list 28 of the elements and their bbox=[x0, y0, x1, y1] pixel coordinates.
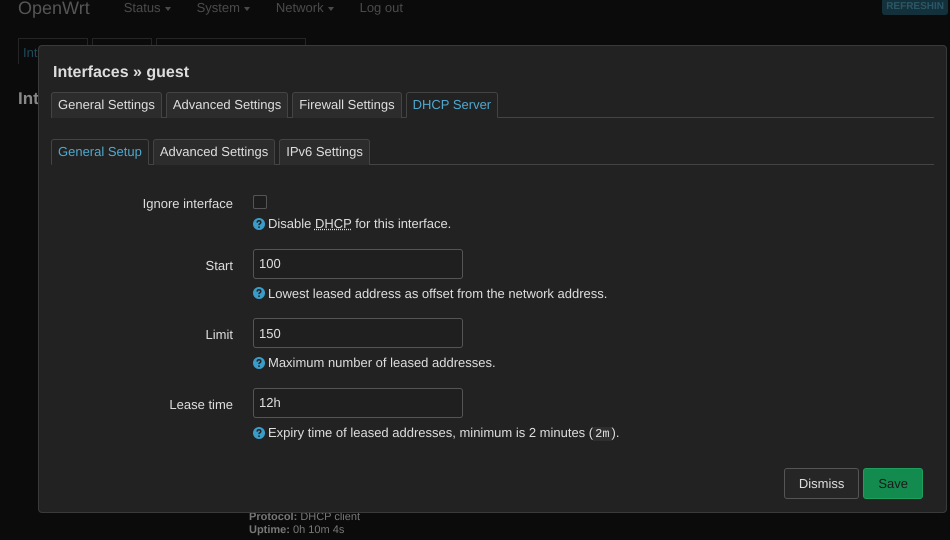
help-text: Expiry time of leased addresses, minimum is 2 minutes (2m). bbox=[268, 424, 620, 442]
page-heading: Int bbox=[18, 88, 39, 110]
tab[interactable]: IPv6 Settings bbox=[279, 139, 370, 165]
input-field[interactable]: 100 bbox=[253, 248, 463, 278]
tab[interactable]: DHCP Server bbox=[406, 92, 498, 118]
help-icon bbox=[253, 218, 265, 230]
field-label: Start bbox=[204, 256, 233, 274]
detail-text: Uptime: 0h 10m 4s bbox=[249, 524, 344, 536]
tab[interactable]: Firewall Settings bbox=[292, 92, 402, 118]
help-text: Disable DHCP for this interface. bbox=[268, 215, 452, 233]
help-text: Lowest leased address as offset from the network address. bbox=[268, 284, 608, 302]
field-label: Limit bbox=[204, 326, 233, 344]
dismiss-button[interactable]: Dismiss bbox=[784, 468, 860, 499]
field-label: Ignore interface bbox=[142, 195, 233, 213]
save-button[interactable]: Save bbox=[863, 468, 923, 499]
tab[interactable]: Advanced Settings bbox=[166, 92, 288, 118]
dialog-title: Interfaces » guest bbox=[53, 63, 190, 83]
help-icon bbox=[253, 356, 265, 369]
tab[interactable]: General Settings bbox=[51, 92, 162, 118]
tab[interactable]: General Setup bbox=[51, 139, 149, 165]
checkbox[interactable] bbox=[253, 195, 267, 209]
input-field[interactable]: 150 bbox=[253, 318, 463, 348]
help-icon bbox=[253, 287, 265, 300]
field-label: Lease time bbox=[168, 396, 233, 414]
help-icon bbox=[253, 426, 265, 438]
help-text: Maximum number of leased addresses. bbox=[268, 354, 496, 372]
input-field[interactable]: 12h bbox=[253, 388, 463, 418]
tab[interactable]: Advanced Settings bbox=[152, 139, 276, 165]
